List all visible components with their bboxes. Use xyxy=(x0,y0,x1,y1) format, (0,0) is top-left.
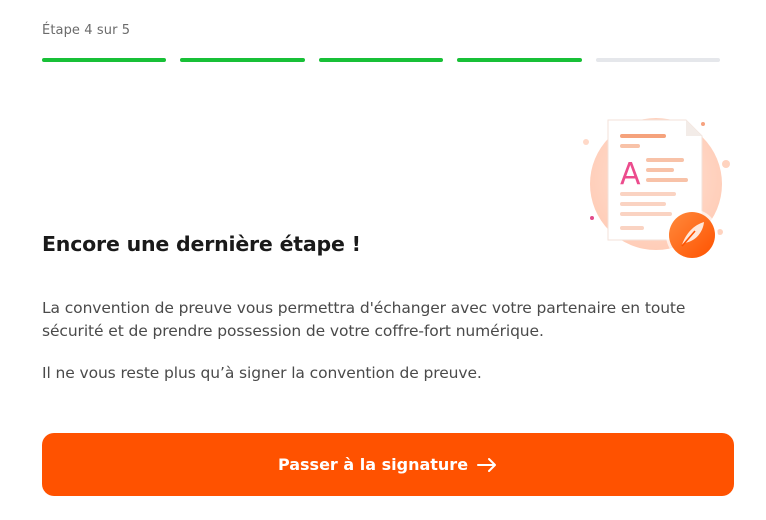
go-to-signature-button[interactable]: Passer à la signature xyxy=(42,433,734,496)
progress-segment-5 xyxy=(595,58,721,62)
page-title: Encore une dernière étape ! xyxy=(42,232,361,256)
description-text: La convention de preuve vous permettra d… xyxy=(42,299,686,340)
signature-hint-text: Il ne vous reste plus qu’à signer la con… xyxy=(42,364,482,382)
step-indicator-label: Étape 4 sur 5 xyxy=(42,23,131,38)
arrow-right-icon xyxy=(476,457,498,473)
progress-segment-4 xyxy=(457,58,582,62)
progress-segment-1 xyxy=(42,58,167,62)
go-to-signature-label: Passer à la signature xyxy=(277,455,469,474)
document-signature-illustration: A xyxy=(578,112,738,272)
progress-segment-3 xyxy=(318,58,444,62)
progress-segment-2 xyxy=(180,58,305,62)
document-illustration-icon: A xyxy=(583,118,730,261)
progress-bar xyxy=(42,58,721,62)
illustration-letter: A xyxy=(620,157,641,192)
